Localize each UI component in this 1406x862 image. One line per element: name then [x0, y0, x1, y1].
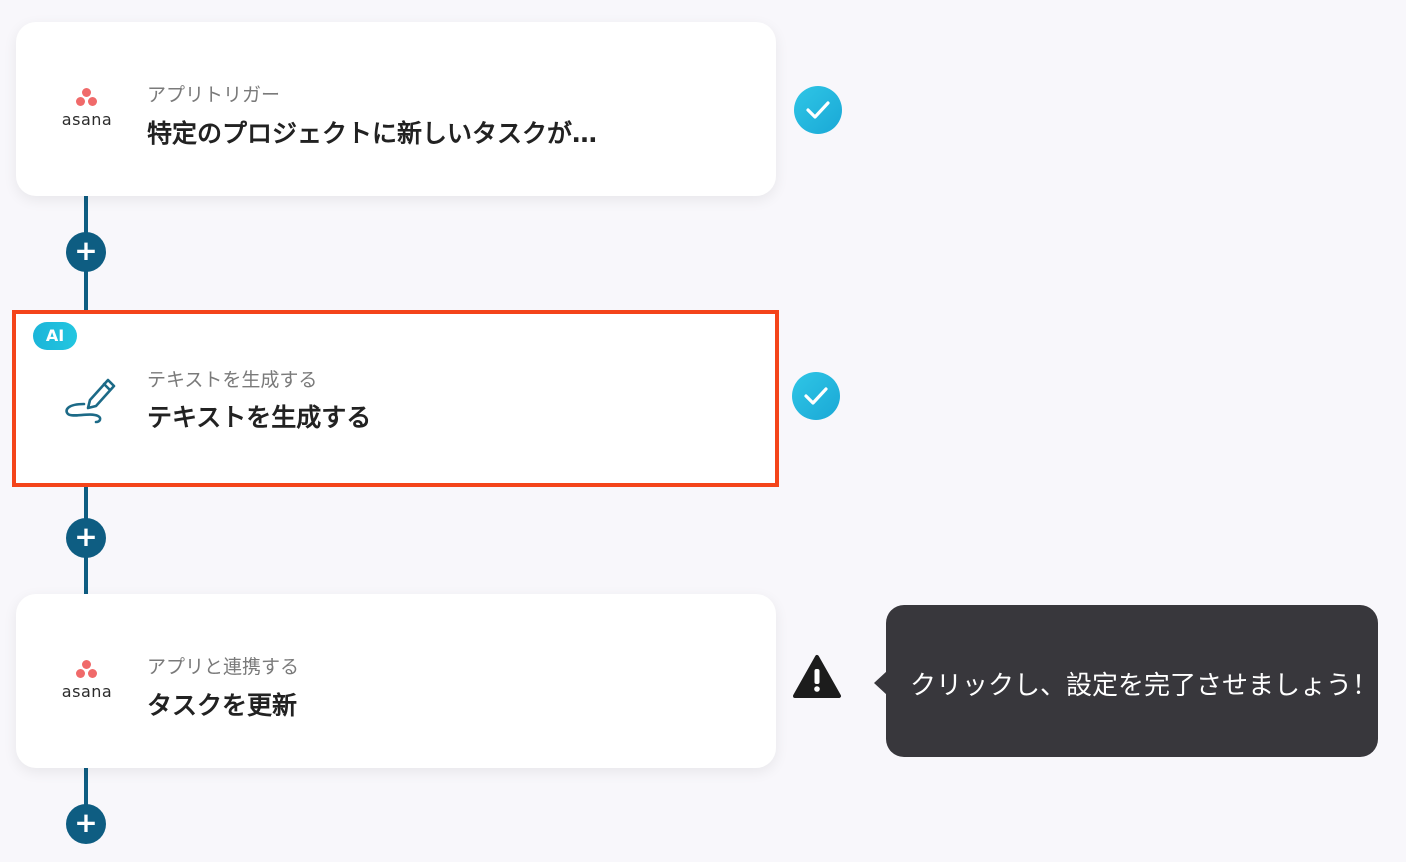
asana-logo-icon: asana [56, 660, 118, 702]
add-step-button[interactable]: + [66, 232, 106, 272]
app-name: asana [61, 682, 113, 701]
step-card-generate-text[interactable]: AI テキストを生成する テキストを生成する [12, 310, 779, 487]
step-subtitle: テキストを生成する [147, 369, 318, 391]
check-icon [792, 372, 840, 420]
add-step-button[interactable]: + [66, 518, 106, 558]
step-subtitle: アプリと連携する [147, 656, 300, 678]
step-subtitle: アプリトリガー [147, 84, 281, 106]
step-title: テキストを生成する [147, 403, 372, 432]
pen-write-icon [60, 366, 122, 424]
app-name: asana [61, 110, 113, 129]
step-title: タスクを更新 [147, 691, 298, 720]
step-title: 特定のプロジェクトに新しいタスクが… [147, 119, 598, 148]
add-step-button[interactable]: + [66, 804, 106, 844]
step-card-asana-update-task[interactable]: asana アプリと連携する タスクを更新 [16, 594, 776, 768]
check-icon [794, 86, 842, 134]
step-card-asana-trigger[interactable]: asana アプリトリガー 特定のプロジェクトに新しいタスクが… [16, 22, 776, 196]
tooltip-text: クリックし、設定を完了させましょう！ [910, 671, 1379, 701]
ai-badge: AI [33, 322, 77, 350]
tooltip: クリックし、設定を完了させましょう！ [874, 605, 1379, 757]
asana-logo-icon: asana [56, 88, 118, 130]
warning-icon [792, 654, 842, 700]
